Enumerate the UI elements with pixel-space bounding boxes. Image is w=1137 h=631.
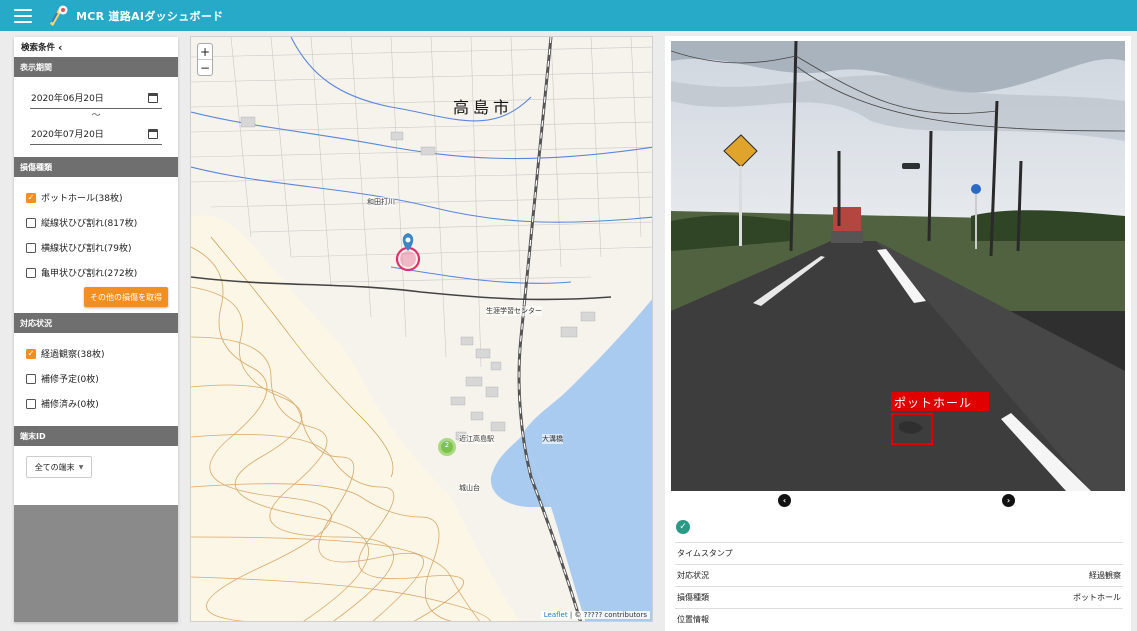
map-place-label: 高島市 <box>453 98 514 117</box>
check-circle-icon: ✓ <box>676 520 690 534</box>
map-station-label: 近江高島駅 <box>459 434 494 444</box>
zoom-out-button[interactable]: − <box>198 60 212 76</box>
fetch-other-damage-button[interactable]: その他の損傷を取得 <box>84 287 168 307</box>
logo-icon <box>50 5 68 26</box>
checkbox-alligator-crack[interactable]: 亀甲状ひび割れ(272枚) <box>14 260 178 285</box>
caret-down-icon: ▼ <box>78 463 84 471</box>
map-river-label: 和田打川 <box>367 197 395 207</box>
checkbox-icon[interactable] <box>26 217 36 228</box>
info-row-status: 対応状況 経過観察 <box>675 564 1123 586</box>
checkbox-repair-planned[interactable]: 補修予定(0枚) <box>14 366 178 391</box>
info-row-damage-type: 損傷種類 ポットホール <box>675 586 1123 608</box>
menu-icon[interactable] <box>14 8 32 23</box>
map-tiles[interactable] <box>191 37 653 622</box>
checkbox-icon[interactable] <box>26 373 36 384</box>
road-image <box>671 41 1125 491</box>
checkbox-icon[interactable] <box>26 267 36 278</box>
road-photo: ポットホール <box>671 41 1125 491</box>
checkbox-label: ポットホール(38枚) <box>41 194 123 204</box>
map-castle-label: 城山台 <box>459 483 480 493</box>
checkbox-label: 補修済み(0枚) <box>41 400 99 410</box>
date-separator: 〜 <box>91 111 101 121</box>
device-select[interactable]: 全ての端末 ▼ <box>26 456 92 478</box>
checkbox-icon[interactable] <box>26 398 36 409</box>
app-title: MCR 道路AIダッシュボード <box>76 9 224 23</box>
info-label: 損傷種類 <box>677 593 709 602</box>
zoom-in-button[interactable]: + <box>198 44 212 60</box>
zoom-control: + − <box>197 43 213 76</box>
map-view[interactable]: + − 高島市 近江高島駅 大溝橋 生涯学習センター 城山台 和田打川 2 Le… <box>190 36 653 622</box>
collapse-icon[interactable]: ‹ <box>58 41 63 54</box>
map-center-label: 生涯学習センター <box>486 306 542 316</box>
checkbox-label: 補修予定(0枚) <box>41 375 99 385</box>
damage-section-title: 損傷種類 <box>14 157 178 177</box>
period-section-title: 表示期間 <box>14 57 178 77</box>
info-label: タイムスタンプ <box>677 549 733 558</box>
start-date-field[interactable]: 2020年06月20日 <box>30 87 162 109</box>
checkbox-label: 横線状ひび割れ(79枚) <box>41 244 132 254</box>
sidebar-header[interactable]: 検索条件 ‹ <box>14 37 178 57</box>
checkbox-longitudinal-crack[interactable]: 縦線状ひび割れ(817枚) <box>14 210 178 235</box>
next-image-button[interactable]: › <box>1002 494 1015 507</box>
info-label: 位置情報 <box>677 615 709 624</box>
leaflet-link[interactable]: Leaflet <box>544 611 568 619</box>
location-marker-icon[interactable] <box>396 230 420 272</box>
end-date-value: 2020年07月20日 <box>31 130 104 140</box>
status-section-title: 対応状況 <box>14 313 178 333</box>
device-select-value: 全ての端末 <box>34 462 75 472</box>
device-section-title: 端末ID <box>14 426 178 446</box>
attribution-text: | © ????? contributors <box>569 611 647 619</box>
sidebar-title: 検索条件 <box>21 43 56 53</box>
search-sidebar: 検索条件 ‹ 表示期間 2020年06月20日 〜 2020年07月20日 損傷… <box>14 37 178 622</box>
checkbox-repaired[interactable]: 補修済み(0枚) <box>14 391 178 416</box>
end-date-field[interactable]: 2020年07月20日 <box>30 123 162 145</box>
info-row-timestamp: タイムスタンプ <box>675 542 1123 564</box>
map-attribution: Leaflet | © ????? contributors <box>540 611 650 619</box>
info-row-location: 位置情報 <box>675 608 1123 630</box>
checkbox-label: 縦線状ひび割れ(817枚) <box>41 219 138 229</box>
checkbox-icon[interactable] <box>26 242 36 253</box>
checkbox-checked-icon[interactable]: ✓ <box>26 348 36 359</box>
calendar-icon[interactable] <box>148 129 158 139</box>
info-label: 対応状況 <box>677 571 709 580</box>
app-bar: MCR 道路AIダッシュボード <box>0 0 1137 31</box>
detection-label: ポットホール <box>894 396 973 410</box>
info-value: 経過観察 <box>1089 571 1121 580</box>
info-value: ポットホール <box>1073 593 1121 602</box>
prev-image-button[interactable]: ‹ <box>778 494 791 507</box>
checkbox-label: 経過観察(38枚) <box>41 350 105 360</box>
checkbox-observing[interactable]: ✓ 経過観察(38枚) <box>14 341 178 366</box>
map-bridge-label: 大溝橋 <box>542 434 563 444</box>
checkbox-transverse-crack[interactable]: 横線状ひび割れ(79枚) <box>14 235 178 260</box>
calendar-icon[interactable] <box>148 93 158 103</box>
sidebar-empty-area <box>14 505 178 622</box>
start-date-value: 2020年06月20日 <box>31 94 104 104</box>
detail-panel: ポットホール ‹ › ✓ タイムスタンプ 対応状況 経過観察 損傷種類 ポットホ… <box>665 36 1131 631</box>
checkbox-label: 亀甲状ひび割れ(272枚) <box>41 269 138 279</box>
checkbox-checked-icon[interactable]: ✓ <box>26 192 36 203</box>
checkbox-pothole[interactable]: ✓ ポットホール(38枚) <box>14 185 178 210</box>
cluster-marker[interactable]: 2 <box>442 441 452 449</box>
